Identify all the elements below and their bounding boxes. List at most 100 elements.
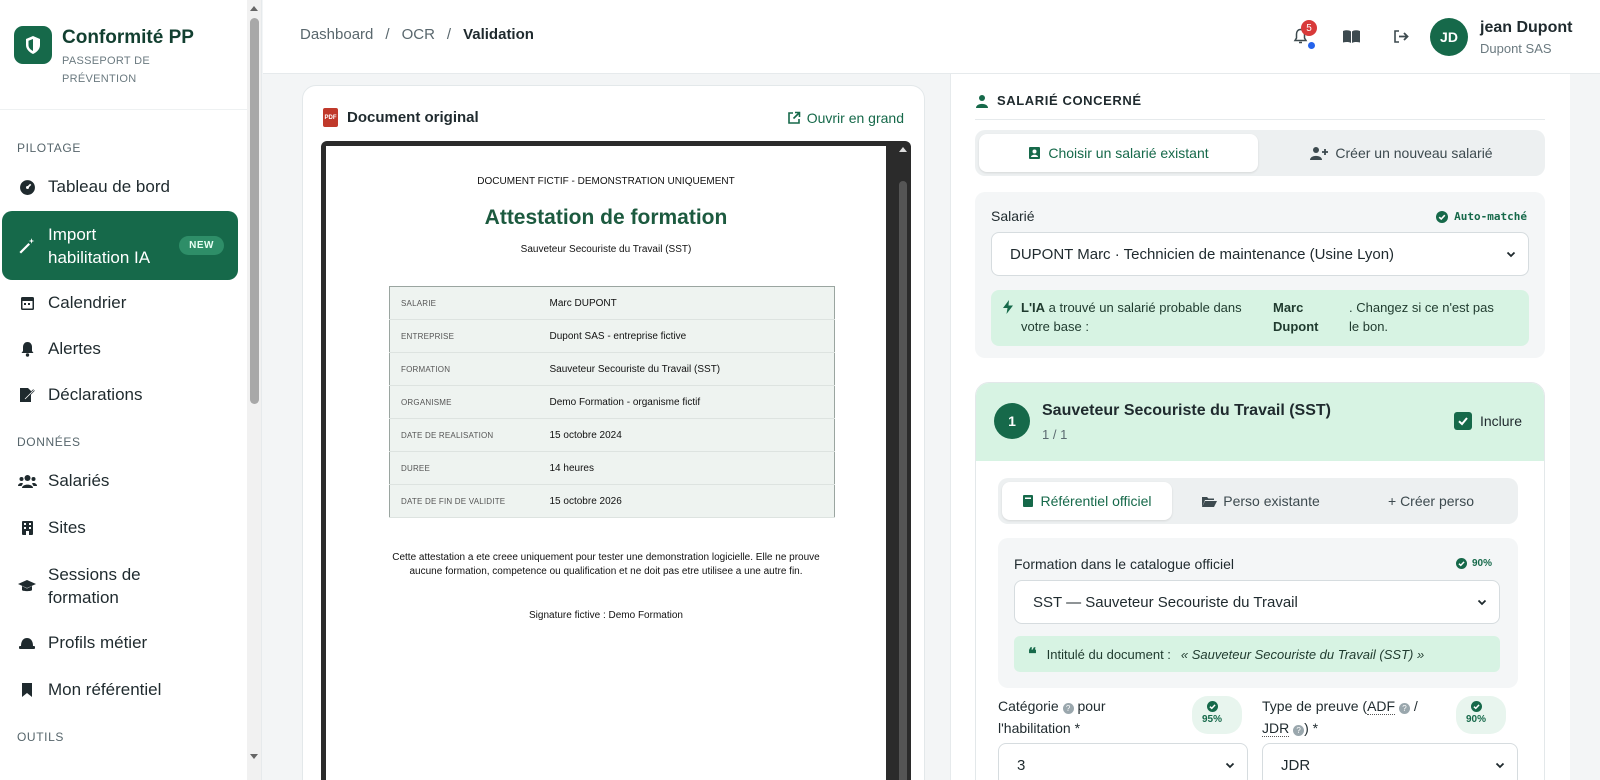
sidebar-item-label: Calendrier: [48, 293, 127, 312]
brand-subtitle: PASSEPORT DE PRÉVENTION: [62, 55, 150, 85]
breadcrumb: Dashboard / OCR / Validation: [300, 26, 534, 43]
sidebar-item-dashboard[interactable]: Tableau de bord: [2, 175, 238, 199]
open-fullscreen-link[interactable]: Ouvrir en grand: [787, 110, 904, 126]
tab-create-custom[interactable]: + Créer perso: [1348, 482, 1514, 520]
training-source-toggle: Référentiel officiel Perso existante + C…: [998, 478, 1518, 524]
hard-hat-icon: [2, 636, 48, 650]
catalog-select[interactable]: SST — Sauveteur Secouriste du Travail: [1014, 580, 1500, 624]
shield-logo-icon: [14, 26, 52, 64]
table-row: ORGANISME Demo Formation - organisme fict…: [389, 385, 835, 419]
sidebar-item-label: Mon référentiel: [48, 680, 162, 699]
new-badge: NEW: [179, 236, 224, 255]
sidebar-item-alerts[interactable]: Alertes: [2, 337, 238, 361]
book-icon[interactable]: [1340, 25, 1362, 47]
check-icon: [1458, 417, 1468, 426]
sidebar-item-sessions[interactable]: Sessions de formation: [2, 562, 238, 610]
help-icon[interactable]: ?: [1062, 703, 1074, 714]
include-toggle[interactable]: Inclure: [1453, 412, 1522, 430]
employee-label: Salarié: [991, 208, 1035, 224]
scroll-up-arrow-icon[interactable]: [250, 6, 258, 11]
graduation-cap-icon: [2, 579, 48, 593]
logout-icon[interactable]: [1390, 25, 1412, 47]
viewer-scrollbar[interactable]: [899, 181, 907, 780]
category-label: Catégorie ? pour l'habilitation *: [998, 698, 1106, 736]
check-circle-icon: [1470, 701, 1482, 712]
sidebar-scrollbar[interactable]: [247, 0, 261, 780]
pdf-viewer[interactable]: DOCUMENT FICTIF - DEMONSTRATION UNIQUEME…: [321, 141, 911, 780]
calendar-icon: [2, 295, 48, 311]
folder-open-icon: [1202, 496, 1218, 507]
category-select[interactable]: 3: [998, 743, 1248, 780]
sidebar-item-label: Sites: [48, 518, 86, 537]
chevron-down-icon: [1495, 762, 1505, 769]
proof-type-select[interactable]: JDR: [1262, 743, 1518, 780]
help-icon[interactable]: ?: [1293, 725, 1305, 736]
sidebar-item-declarations[interactable]: Déclarations: [2, 383, 238, 407]
sidebar-item-job-profiles[interactable]: Profils métier: [2, 631, 238, 655]
breadcrumb-dashboard[interactable]: Dashboard: [300, 26, 373, 43]
validation-panel: SALARIÉ CONCERNÉ Choisir un salarié exis…: [950, 74, 1570, 780]
magic-wand-icon: [2, 237, 48, 255]
document-title: Document original: [347, 109, 479, 126]
breadcrumb-separator: /: [446, 26, 452, 43]
sidebar-item-import-ia[interactable]: Import habilitation IA NEW: [2, 211, 238, 280]
viewer-scroll-up-icon[interactable]: [899, 147, 907, 152]
bell-icon: [2, 341, 48, 357]
nav-section-outils: OUTILS: [17, 730, 64, 744]
chevron-down-icon: [1477, 599, 1487, 606]
employee-mode-toggle: Choisir un salarié existant Créer un nou…: [975, 130, 1545, 176]
check-circle-icon: [1455, 558, 1467, 569]
users-icon: [2, 474, 48, 489]
sidebar-item-label: Import habilitation IA: [48, 224, 151, 267]
doc-info-table: SALARIE Marc DUPONT ENTREPRISE Dupont SAS …: [389, 286, 835, 518]
proof-type-label: Type de preuve (ADF ? / JDR ?) *: [1262, 698, 1418, 737]
notification-count-badge: 5: [1301, 20, 1317, 36]
catalog-label: Formation dans le catalogue officiel: [1014, 556, 1234, 572]
tab-existing-custom[interactable]: Perso existante: [1178, 482, 1343, 520]
include-label: Inclure: [1479, 413, 1522, 429]
chevron-down-icon: [1506, 251, 1516, 258]
sidebar-item-calendar[interactable]: Calendrier: [2, 291, 238, 315]
section-title-employee: SALARIÉ CONCERNÉ: [975, 93, 1142, 108]
chevron-down-icon: [1225, 762, 1235, 769]
tab-official-referential[interactable]: Référentiel officiel: [1002, 482, 1172, 520]
doc-fictitious-notice: DOCUMENT FICTIF - DEMONSTRATION UNIQUEME…: [477, 176, 735, 187]
brand-title: Conformité PP: [62, 27, 194, 48]
nav-section-donnees: DONNÉES: [17, 435, 81, 449]
document-card: PDF Document original Ouvrir en grand DO…: [302, 85, 925, 780]
help-icon[interactable]: ?: [1398, 703, 1410, 714]
document-title-quote: ❝ Intitulé du document : « Sauveteur Sec…: [1014, 636, 1500, 672]
table-row: ENTREPRISE Dupont SAS - entreprise fictiv…: [389, 319, 835, 353]
sidebar: Conformité PP PASSEPORT DE PRÉVENTION PI…: [0, 0, 262, 780]
sidebar-item-sites[interactable]: Sites: [2, 516, 238, 540]
sidebar-item-label: Déclarations: [48, 385, 143, 404]
building-icon: [2, 520, 48, 536]
quote-icon: ❝: [1028, 646, 1037, 663]
sidebar-item-employees[interactable]: Salariés: [2, 469, 238, 493]
pdf-page: DOCUMENT FICTIF - DEMONSTRATION UNIQUEME…: [326, 146, 886, 780]
check-circle-icon: [1436, 210, 1449, 223]
training-step-card: 1 Sauveteur Secouriste du Travail (SST) …: [975, 382, 1545, 780]
avatar[interactable]: JD: [1430, 18, 1468, 56]
status-dot: [1306, 40, 1317, 51]
user-company: Dupont SAS: [1480, 41, 1552, 56]
training-step-header: 1 Sauveteur Secouriste du Travail (SST) …: [976, 383, 1544, 461]
divider: [975, 119, 1545, 120]
table-row: DUREE 14 heures: [389, 451, 835, 485]
brand: Conformité PP PASSEPORT DE PRÉVENTION: [0, 0, 261, 110]
check-circle-icon: [1206, 701, 1218, 712]
tab-create-new-employee[interactable]: Créer un nouveau salarié: [1262, 134, 1541, 172]
scrollbar-thumb[interactable]: [250, 18, 259, 404]
scroll-down-arrow-icon[interactable]: [250, 754, 258, 759]
sidebar-item-my-referential[interactable]: Mon référentiel: [2, 678, 238, 702]
doc-heading: Attestation de formation: [484, 206, 728, 229]
include-checkbox[interactable]: [1453, 412, 1472, 430]
tab-choose-existing-employee[interactable]: Choisir un salarié existant: [979, 134, 1258, 172]
sidebar-item-label: Profils métier: [48, 633, 148, 652]
doc-subheading: Sauveteur Secouriste du Travail (SST): [520, 244, 692, 255]
sidebar-item-label: Salariés: [48, 471, 110, 490]
auto-match-badge: Auto-matché: [1436, 210, 1527, 223]
user-tie-icon: [976, 94, 988, 108]
employee-select[interactable]: DUPONT Marc · Technicien de maintenance …: [991, 232, 1529, 276]
breadcrumb-ocr[interactable]: OCR: [402, 26, 435, 43]
